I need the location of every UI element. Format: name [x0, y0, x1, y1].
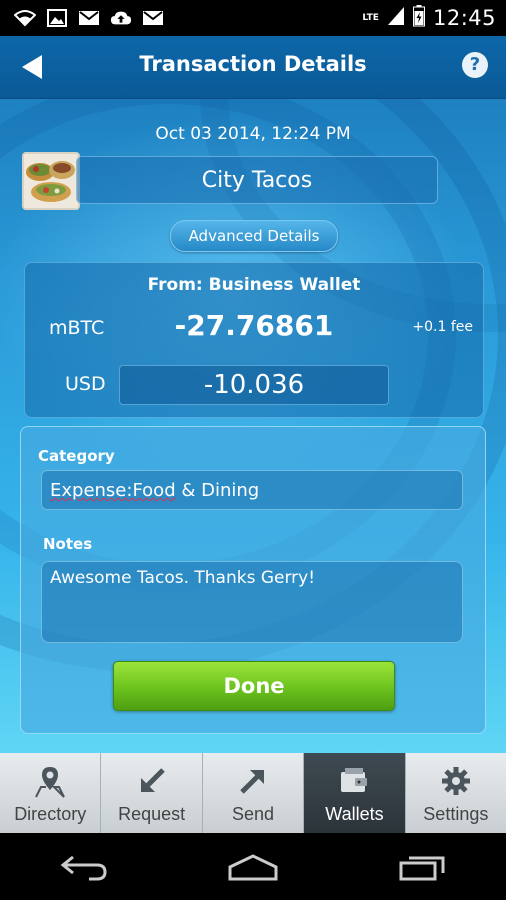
map-pin-icon: [33, 764, 67, 798]
tab-label: Wallets: [325, 804, 384, 824]
tab-settings[interactable]: Settings: [406, 753, 506, 833]
system-nav-bar: [0, 833, 506, 900]
from-wallet: From: Business Wallet: [147, 275, 361, 295]
tab-label: Send: [231, 804, 275, 824]
wallet-icon: [337, 764, 371, 798]
tab-label: Settings: [423, 804, 489, 824]
wifi-icon: [14, 9, 36, 27]
payee-photo[interactable]: [22, 152, 80, 210]
arrow-down-left-icon: [135, 764, 169, 798]
category-value-misspelled: Expense:Food: [50, 480, 176, 501]
advanced-details-button[interactable]: Advanced Details: [170, 220, 338, 252]
gmail-icon: [78, 9, 100, 27]
tab-request[interactable]: Request: [101, 753, 203, 833]
cloud-upload-icon: [110, 9, 132, 27]
amount-panel: From: Business Wallet mBTC -27.76861 +0.…: [24, 262, 484, 418]
tab-label: Request: [118, 804, 186, 824]
page-title: Transaction Details: [139, 52, 367, 76]
signal-icon: [387, 6, 405, 30]
recents-icon: [399, 856, 445, 880]
tab-wallets[interactable]: Wallets: [304, 753, 406, 833]
battery-icon: [412, 5, 425, 31]
arrow-up-right-icon: [236, 764, 270, 798]
gear-icon: [439, 764, 473, 798]
tab-send[interactable]: Send: [203, 753, 305, 833]
nav-back-button[interactable]: [54, 847, 114, 887]
bottom-tab-bar: Directory Request Send Wallets Settings: [0, 753, 506, 833]
tab-label: Directory: [14, 804, 87, 824]
image-icon: [46, 9, 68, 27]
fiat-amount-field[interactable]: -10.036: [119, 365, 389, 405]
notes-label: Notes: [43, 535, 93, 553]
payee-field[interactable]: City Tacos: [76, 156, 438, 204]
fiat-label: USD: [65, 373, 106, 395]
tab-directory[interactable]: Directory: [0, 753, 102, 833]
details-form: Category Expense:Food & Dining Notes Awe…: [20, 426, 486, 734]
help-button[interactable]: ?: [462, 52, 488, 78]
done-button[interactable]: Done: [113, 661, 395, 711]
status-bar: LTE 12:45: [0, 0, 506, 36]
fee-label: +0.1 fee: [412, 319, 473, 335]
title-bar: Transaction Details ?: [0, 36, 506, 99]
category-value-rest: & Dining: [175, 480, 260, 501]
nav-recents-button[interactable]: [392, 847, 452, 887]
transaction-datetime: Oct 03 2014, 12:24 PM: [155, 124, 351, 144]
clock: 12:45: [432, 6, 496, 30]
network-type: LTE: [362, 12, 379, 23]
gmail-icon: [142, 9, 164, 27]
back-icon: [60, 855, 107, 880]
category-label: Category: [38, 447, 115, 465]
notes-field[interactable]: Awesome Tacos. Thanks Gerry!: [41, 561, 463, 643]
category-field[interactable]: Expense:Food & Dining: [41, 470, 463, 510]
nav-home-button[interactable]: [223, 847, 283, 887]
home-icon: [228, 853, 278, 880]
